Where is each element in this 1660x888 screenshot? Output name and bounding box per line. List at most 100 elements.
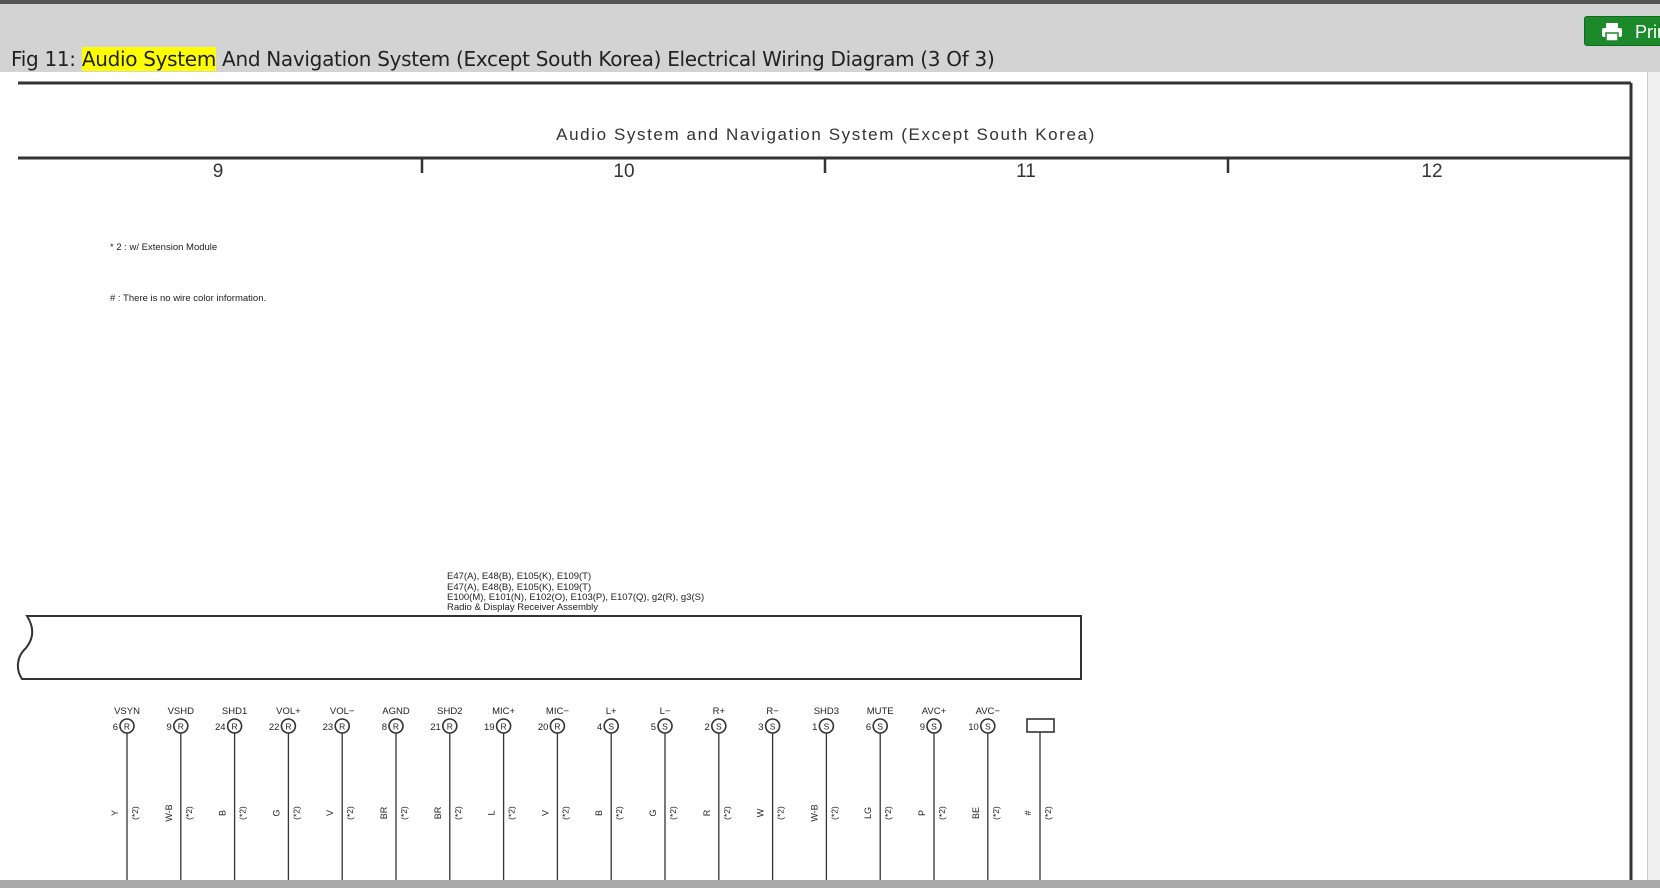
wire-note-label: (*2) xyxy=(291,806,301,820)
pin-signal-label: AVC+ xyxy=(922,706,947,717)
pin-number: 9 xyxy=(167,722,172,733)
pin-signal-label: VOL+ xyxy=(276,706,301,717)
wire-note-label: (*2) xyxy=(722,806,732,820)
wire-note-label: (*2) xyxy=(184,806,194,820)
pin-signal-label: VSHD xyxy=(168,706,195,717)
unnumbered-terminal xyxy=(1026,718,1055,733)
pin-connector-letter: R xyxy=(285,722,291,732)
pin-number: 1 xyxy=(812,722,817,733)
pin-signal-label: R− xyxy=(766,706,779,717)
pin-signal-label: L− xyxy=(660,706,671,717)
pin-connector-letter: S xyxy=(985,722,991,732)
wire-note-label: (*2) xyxy=(991,806,1001,820)
wire-note-label: (*2) xyxy=(1043,806,1053,820)
receiver-assembly-box xyxy=(16,615,1082,680)
pin-connector-letter: R xyxy=(339,722,345,732)
caption-prefix: Fig 11: xyxy=(11,47,82,71)
pin-connector-letter: S xyxy=(608,722,614,732)
pin-connector-letter: S xyxy=(824,722,830,732)
pin-number: 21 xyxy=(430,722,441,733)
pin-connector-letter: R xyxy=(447,722,453,732)
pin-number: 5 xyxy=(651,722,656,733)
pin-layer: VSYN6 RY (*2)VSHD9 RW-B (*2)SHD124 RB (*2)VOL+… xyxy=(110,706,1055,880)
wire-note-label: (*2) xyxy=(829,806,839,820)
pin-number: 4 xyxy=(597,722,602,733)
pin-number: 19 xyxy=(484,722,495,733)
pin-connector-letter: R xyxy=(554,722,560,732)
wire-color-label: BE xyxy=(971,807,981,819)
pin-signal-label: VSYN xyxy=(114,706,140,717)
pin-number: 20 xyxy=(538,722,549,733)
note-extension-module: * 2 : w/ Extension Module xyxy=(110,242,217,253)
pin-connector-letter: R xyxy=(178,722,184,732)
diagram-title: Audio System and Navigation System (Exce… xyxy=(556,125,1096,144)
wire-note-label: (*2) xyxy=(776,806,786,820)
wire-color-label: LG xyxy=(863,807,873,819)
wire-color-label: BR xyxy=(379,806,389,819)
wire-note-label: (*2) xyxy=(453,806,463,820)
wire-color-label: L xyxy=(487,810,497,815)
wire-color-label: R xyxy=(702,809,712,816)
printer-icon xyxy=(1602,23,1622,42)
pin-signal-label: SHD1 xyxy=(222,706,247,717)
pin-connector-letter: S xyxy=(770,722,776,732)
pin-number: 3 xyxy=(758,722,763,733)
column-number: 9 xyxy=(213,161,224,182)
pin-connector-letter: S xyxy=(931,722,937,732)
pin-signal-label: MIC− xyxy=(546,706,569,717)
pin-connector-letter: R xyxy=(393,722,399,732)
horizontal-scrollbar[interactable] xyxy=(0,880,1660,888)
pin-signal-label: VOL− xyxy=(330,706,355,717)
wire-color-label: Y xyxy=(110,810,120,816)
search-highlight: Audio System xyxy=(81,47,216,71)
pin-connector-letter: R xyxy=(501,722,507,732)
wiring-diagram: Audio System and Navigation System (Exce… xyxy=(16,81,1633,880)
wire-note-label: (*2) xyxy=(883,806,893,820)
vertical-scrollbar[interactable] xyxy=(1647,72,1660,880)
pin-signal-label: AVC− xyxy=(976,706,1001,717)
note-no-wire-color: # : There is no wire color information. xyxy=(110,293,266,304)
figure-caption: Fig 11: Audio System And Navigation Syst… xyxy=(11,47,995,71)
pin-number: 8 xyxy=(382,722,387,733)
print-button[interactable]: Print xyxy=(1584,16,1660,46)
wire-note-label: (*2) xyxy=(668,806,678,820)
pin-connector-letter: S xyxy=(716,722,722,732)
pin-number: 10 xyxy=(968,722,979,733)
pin-signal-label: SHD2 xyxy=(437,706,462,717)
pin-signal-label: MIC+ xyxy=(492,706,515,717)
pin-signal-label: R+ xyxy=(713,706,726,717)
column-number: 11 xyxy=(1016,161,1036,182)
wire-color-label: P xyxy=(917,810,927,816)
column-number: 12 xyxy=(1421,161,1442,182)
pin-number: 9 xyxy=(920,722,925,733)
pin-connector-letter: R xyxy=(232,722,238,732)
wire-color-label: W-B xyxy=(164,804,174,821)
pin-number: 6 xyxy=(113,722,118,733)
wire-note-label: (*2) xyxy=(560,806,570,820)
wire-color-label: # xyxy=(1023,810,1033,815)
pin-signal-label: L+ xyxy=(606,706,617,717)
wire-color-label: G xyxy=(648,809,658,816)
pin-number: 2 xyxy=(705,722,710,733)
wire-color-label: V xyxy=(325,810,335,816)
pin-number: 22 xyxy=(269,722,280,733)
pin-signal-label: SHD3 xyxy=(814,706,839,717)
caption-rest: And Navigation System (Except South Kore… xyxy=(216,47,995,71)
wire-color-label: V xyxy=(540,810,550,816)
component-name: Radio & Display Receiver Assembly xyxy=(447,602,598,613)
pin-connector-letter: R xyxy=(124,722,130,732)
wire-note-label: (*2) xyxy=(238,806,248,820)
wire-note-label: (*2) xyxy=(345,806,355,820)
wire-color-label: G xyxy=(271,809,281,816)
pin-signal-label: MUTE xyxy=(867,706,894,717)
connector-label: E47(A), E48(B), E105(K), E109(T) xyxy=(447,571,591,582)
figure-header: Fig 11: Audio System And Navigation Syst… xyxy=(0,0,1660,72)
wire-note-label: (*2) xyxy=(614,806,624,820)
column-number: 10 xyxy=(613,161,634,182)
wire-color-label: W xyxy=(756,808,766,817)
pin-connector-letter: S xyxy=(877,722,883,732)
pin-signal-label: AGND xyxy=(382,706,410,717)
pin-number: 6 xyxy=(866,722,871,733)
print-button-label: Print xyxy=(1635,22,1660,42)
wire-color-label: W-B xyxy=(809,804,819,821)
